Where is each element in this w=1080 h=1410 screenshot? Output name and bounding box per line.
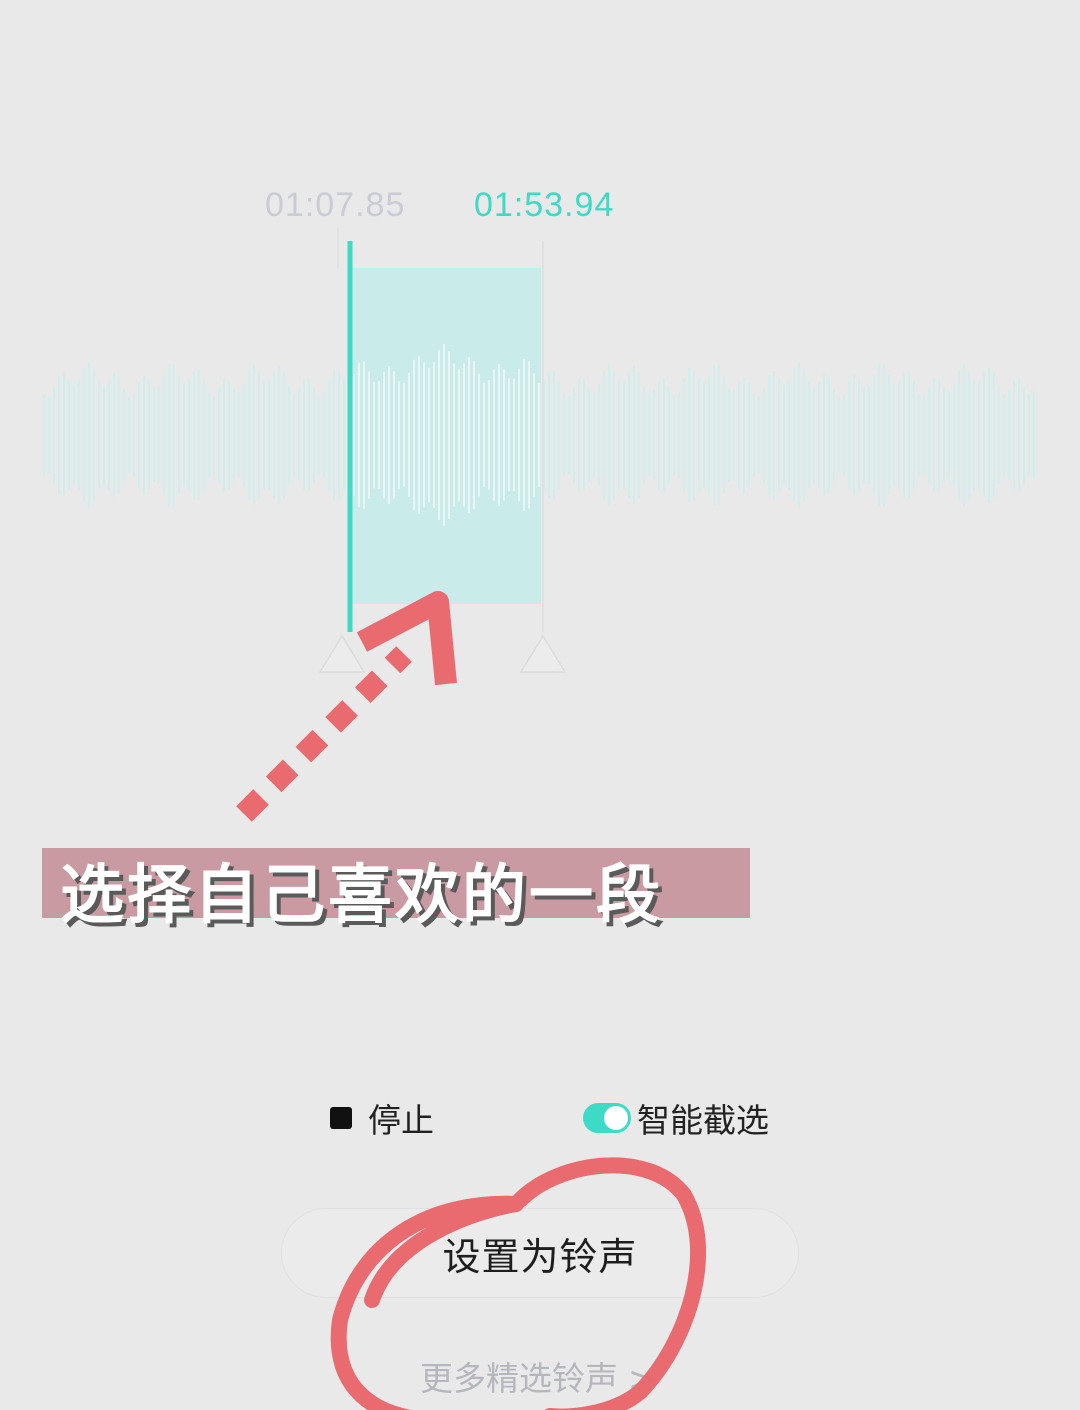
more-ringtones-label: 更多精选铃声 <box>420 1359 618 1398</box>
set-ringtone-button[interactable]: 设置为铃声 <box>281 1208 799 1298</box>
controls-row: 停止 智能截选 <box>0 1094 1080 1142</box>
toggle-knob <box>604 1106 628 1130</box>
start-time-label: 01:07.85 <box>265 186 406 224</box>
stop-square-icon <box>330 1107 352 1129</box>
caption-text: 选择自己喜欢的一段 <box>60 859 663 933</box>
end-time-label: 01:53.94 <box>474 186 615 224</box>
set-ringtone-label: 设置为铃声 <box>442 1234 638 1279</box>
stop-label: 停止 <box>368 1101 434 1140</box>
end-handle-icon[interactable] <box>519 634 567 673</box>
chevron-right-icon: > <box>628 1359 656 1398</box>
selection-region[interactable] <box>352 268 541 604</box>
waveform[interactable] <box>0 0 1080 700</box>
smart-clip-label: 智能截选 <box>637 1101 769 1140</box>
start-handle-icon[interactable] <box>318 634 366 673</box>
caption-overlay: 选择自己喜欢的一段 <box>42 848 750 933</box>
more-ringtones-link[interactable]: 更多精选铃声 > <box>420 1352 656 1400</box>
smart-clip-toggle[interactable]: 智能截选 <box>583 1094 769 1142</box>
stop-button[interactable]: 停止 <box>330 1094 434 1142</box>
toggle-switch-icon[interactable] <box>583 1103 631 1133</box>
